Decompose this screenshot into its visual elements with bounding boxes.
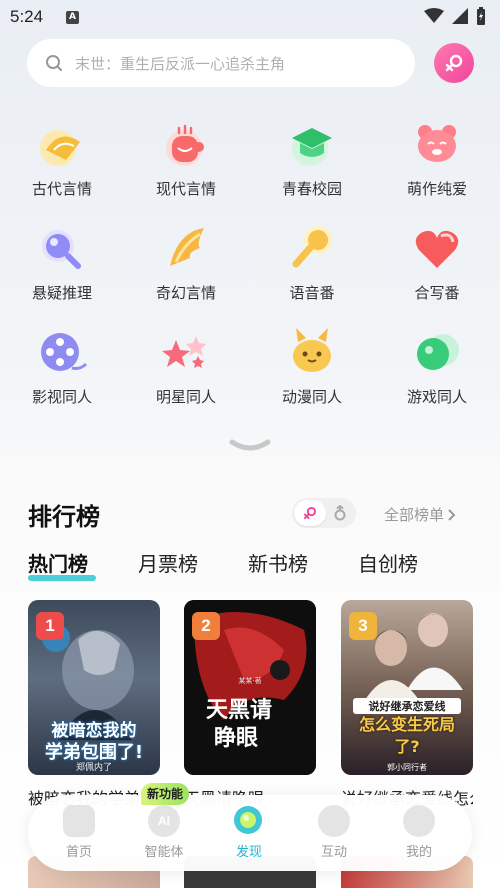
game-bubble-icon bbox=[411, 326, 463, 378]
rank-badge: 2 bbox=[192, 612, 220, 640]
pikachu-icon bbox=[286, 326, 338, 378]
expand-chevron-icon[interactable] bbox=[228, 438, 272, 454]
discover-icon bbox=[233, 805, 265, 837]
category-item[interactable]: 语音番 bbox=[262, 222, 362, 303]
nav-home[interactable]: 首页 bbox=[44, 805, 114, 860]
search-input[interactable]: 末世：重生后反派一心追杀主角 bbox=[27, 39, 415, 87]
category-item[interactable]: 合写番 bbox=[387, 222, 487, 303]
film-reel-icon bbox=[36, 326, 88, 378]
book-card[interactable]: 1 被暗恋我的 学弟包围了! 郑佩内了 bbox=[28, 600, 160, 775]
notification-icon: A bbox=[66, 11, 79, 24]
search-icon bbox=[46, 55, 62, 71]
category-item[interactable]: 奇幻言情 bbox=[136, 222, 236, 303]
female-symbol-icon bbox=[303, 506, 317, 520]
fan-icon bbox=[36, 118, 88, 170]
book-card[interactable]: 3 说好继承恋爱线 怎么变生死局了? 郭小同行者 bbox=[341, 600, 473, 775]
category-item[interactable]: 现代言情 bbox=[136, 118, 236, 199]
coffee-cup-icon bbox=[160, 118, 212, 170]
battery-icon bbox=[477, 7, 485, 25]
signal-icon bbox=[452, 8, 468, 24]
female-symbol-icon bbox=[445, 54, 463, 72]
ranking-title: 排行榜 bbox=[28, 503, 100, 531]
stars-icon bbox=[160, 326, 212, 378]
magnifier-icon bbox=[36, 222, 88, 274]
microphone-icon bbox=[286, 222, 338, 274]
category-item[interactable]: 影视同人 bbox=[12, 326, 112, 407]
all-lists-label: 全部榜单 bbox=[384, 506, 445, 524]
bear-face-icon bbox=[411, 118, 463, 170]
nav-interact[interactable]: 互动 bbox=[299, 805, 369, 860]
ai-bubble-icon: AI bbox=[148, 805, 180, 837]
nav-discover[interactable]: 发现 bbox=[214, 805, 284, 860]
rank-badge: 1 bbox=[36, 612, 64, 640]
category-item[interactable]: 明星同人 bbox=[136, 326, 236, 407]
tab-original[interactable]: 自创榜 bbox=[358, 548, 418, 577]
category-item[interactable]: 萌作纯爱 bbox=[387, 118, 487, 199]
chevron-right-icon bbox=[448, 508, 456, 521]
status-bar: 5:24 A bbox=[0, 0, 500, 34]
home-icon bbox=[63, 805, 95, 837]
new-feature-badge: 新功能 bbox=[141, 783, 190, 805]
gender-switch-button[interactable] bbox=[434, 43, 474, 83]
category-item[interactable]: 游戏同人 bbox=[387, 326, 487, 407]
category-item[interactable]: 古代言情 bbox=[12, 118, 112, 199]
status-icons bbox=[424, 7, 486, 25]
wifi-icon bbox=[424, 8, 444, 23]
status-time: 5:24 bbox=[10, 7, 44, 26]
all-lists-link[interactable]: 全部榜单 bbox=[384, 504, 456, 525]
tab-new-books[interactable]: 新书榜 bbox=[248, 548, 308, 577]
male-symbol-icon bbox=[334, 505, 346, 521]
category-item[interactable]: 动漫同人 bbox=[262, 326, 362, 407]
profile-icon bbox=[403, 805, 435, 837]
tab-monthly-ticket[interactable]: 月票榜 bbox=[138, 548, 198, 577]
nav-agents[interactable]: AI 智能体 bbox=[129, 805, 199, 860]
chat-icon bbox=[318, 805, 350, 837]
bottom-navigation: 首页 AI 智能体 发现 互动 我的 bbox=[28, 795, 472, 871]
search-placeholder: 末世：重生后反派一心追杀主角 bbox=[75, 54, 286, 73]
female-toggle-option[interactable] bbox=[294, 500, 326, 526]
gender-toggle[interactable] bbox=[292, 498, 356, 528]
ranking-tabs: 热门榜 月票榜 新书榜 自创榜 bbox=[28, 548, 468, 584]
category-item[interactable]: 青春校园 bbox=[262, 118, 362, 199]
rank-badge: 3 bbox=[349, 612, 377, 640]
heart-icon bbox=[411, 222, 463, 274]
graduation-cap-icon bbox=[286, 118, 338, 170]
nav-profile[interactable]: 我的 bbox=[384, 805, 454, 860]
book-card[interactable]: 2 天黑请 睁眼 某某·著 bbox=[184, 600, 316, 775]
category-item[interactable]: 悬疑推理 bbox=[12, 222, 112, 303]
male-toggle-option[interactable] bbox=[330, 503, 350, 523]
wing-icon bbox=[160, 222, 212, 274]
tab-hot[interactable]: 热门榜 bbox=[28, 548, 96, 581]
